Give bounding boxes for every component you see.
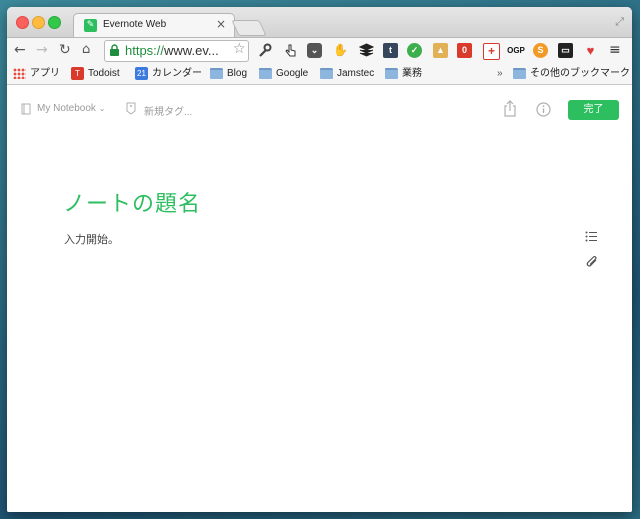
url-text: https://www.ev... [125, 43, 219, 58]
bookmark-label: 業務 [402, 68, 422, 79]
plus-cross-icon[interactable]: + [483, 43, 500, 60]
new-tab-button[interactable] [231, 20, 267, 36]
s-icon[interactable]: S [533, 43, 548, 58]
bookmark-folder-jamstec[interactable]: Jamstec [320, 67, 374, 81]
heart-plus-icon[interactable]: ♥ [583, 43, 598, 58]
bookmark-apps[interactable]: アプリ [13, 67, 60, 81]
window-maximize-button[interactable] [48, 16, 61, 29]
done-button[interactable]: 完了 [568, 100, 619, 120]
window-close-button[interactable] [16, 16, 29, 29]
bookmark-folder-gyomu[interactable]: 業務 [385, 67, 422, 81]
bookmark-label: Jamstec [337, 68, 375, 79]
reload-icon[interactable]: ↻ [59, 41, 71, 59]
share-icon[interactable] [503, 100, 517, 117]
todoist-icon: T [71, 67, 84, 80]
hand-cursor-icon[interactable] [283, 43, 298, 58]
menu-icon[interactable]: ≡ [609, 41, 621, 59]
attachment-paperclip-icon[interactable] [585, 255, 599, 269]
bookmark-todoist[interactable]: T Todoist [71, 67, 120, 81]
bookmark-label: Todoist [88, 68, 120, 79]
bookmark-label: Google [276, 68, 309, 79]
folder-icon [385, 68, 398, 79]
tab-evernote-web[interactable]: ✎ Evernote Web × [73, 13, 235, 38]
bookmark-label: カレンダー [152, 68, 202, 79]
bookmark-folder-blog[interactable]: Blog [210, 67, 247, 81]
bookmark-calendar[interactable]: 21 カレンダー [135, 67, 202, 81]
bookmark-label: Blog [227, 68, 248, 79]
note-body[interactable]: 入力開始。 [64, 231, 119, 247]
folder-icon [210, 68, 223, 79]
evernote-favicon-icon: ✎ [84, 19, 97, 32]
notebook-name: My Notebook [37, 103, 96, 114]
info-icon[interactable] [536, 102, 551, 117]
browser-toolbar: ← → ↻ ⌂ https://www.ev... ☆ ⌄ ✋ t ✓ ▲ 0 … [7, 37, 632, 64]
chevron-down-icon: ⌄ [98, 104, 106, 113]
bookmark-other-folder[interactable]: その他のブックマーク [513, 67, 630, 81]
bookmark-label: アプリ [30, 68, 60, 79]
calendar-icon: 21 [135, 67, 148, 80]
notebook-icon [21, 103, 31, 115]
tumblr-icon[interactable]: t [383, 43, 398, 58]
fullscreen-icon[interactable]: ⤢ [615, 15, 624, 29]
buffer-icon[interactable] [359, 43, 374, 58]
url-scheme: https:// [125, 43, 165, 58]
forward-arrow-icon[interactable]: → [36, 41, 48, 59]
tag-icon [126, 102, 136, 115]
address-bar[interactable]: https://www.ev... [104, 40, 249, 62]
bookmarks-overflow-chevron[interactable]: » [497, 67, 503, 81]
evernote-editor: My Notebook ⌄ 新規タグ... 完了 ノートの題名 入力開始。 [7, 85, 632, 512]
back-arrow-icon[interactable]: ← [14, 41, 26, 59]
image-icon[interactable]: ▲ [433, 43, 448, 58]
apps-grid-icon [13, 68, 26, 79]
url-host: www.ev... [164, 43, 219, 58]
tag-input[interactable]: 新規タグ... [144, 103, 192, 118]
evernote-green-icon[interactable]: ✓ [407, 43, 422, 58]
tab-title: Evernote Web [103, 19, 167, 30]
note-title[interactable]: ノートの題名 [63, 186, 201, 218]
todoist-extension-icon[interactable]: 0 [457, 43, 472, 58]
bookmark-label: その他のブックマーク [530, 68, 630, 79]
tab-close-icon[interactable]: × [216, 17, 226, 31]
bookmark-star-icon[interactable]: ☆ [233, 42, 246, 56]
window-icon[interactable]: ▭ [558, 43, 573, 58]
evernote-clipper-icon[interactable]: ✋ [333, 43, 348, 58]
folder-icon [259, 68, 272, 79]
lock-icon [110, 44, 119, 56]
browser-window: ✎ Evernote Web × ⤢ ← → ↻ ⌂ https://www.e… [7, 7, 632, 512]
window-minimize-button[interactable] [32, 16, 45, 29]
folder-icon [513, 68, 526, 79]
bookmarks-bar: アプリ T Todoist 21 カレンダー Blog Google Jamstec… [7, 64, 632, 85]
pocket-icon[interactable]: ⌄ [307, 43, 322, 58]
ogp-icon[interactable]: OGP [506, 43, 526, 58]
list-format-icon[interactable] [585, 231, 598, 242]
folder-icon [320, 68, 333, 79]
bookmark-folder-google[interactable]: Google [259, 67, 308, 81]
tab-strip: ✎ Evernote Web × ⤢ [7, 7, 632, 38]
notebook-selector[interactable]: My Notebook ⌄ [37, 103, 105, 114]
home-icon[interactable]: ⌂ [82, 41, 90, 59]
wrench-icon[interactable] [257, 43, 272, 58]
